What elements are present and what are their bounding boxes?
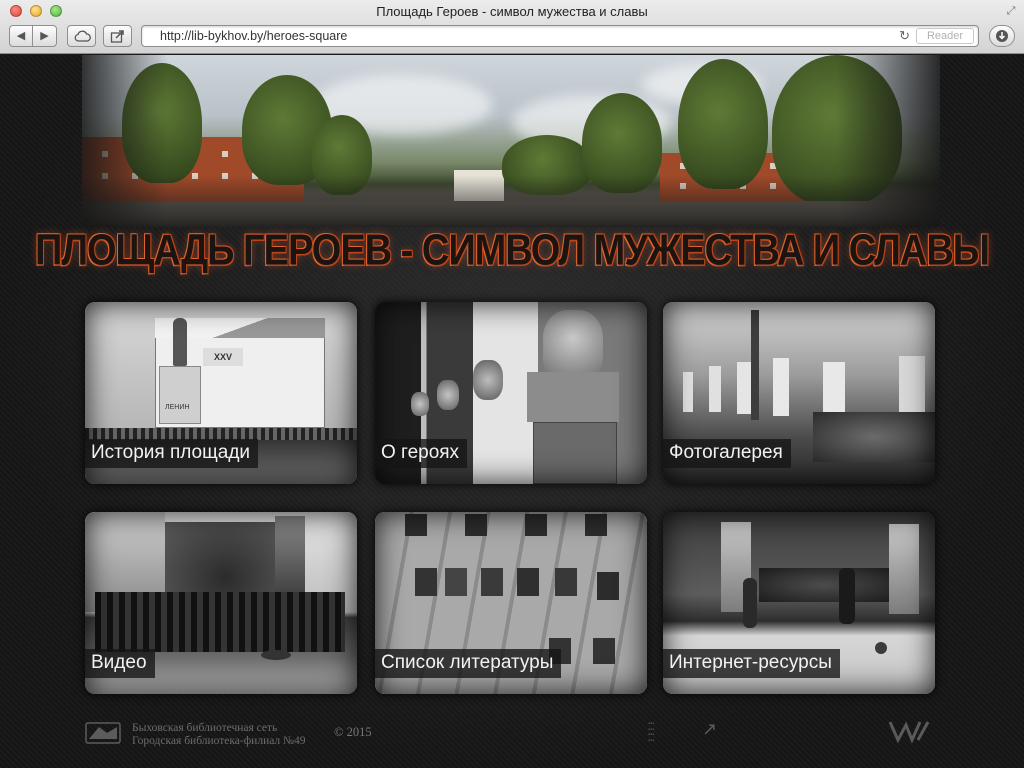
page-title: ПЛОЩАДЬ ГЕРОЕВ - СИМВОЛ МУЖЕСТВА И СЛАВЫ (35, 226, 990, 276)
reader-button[interactable]: Reader (916, 28, 974, 44)
footer-org-line2: Городская библиотека-филиал №49 (132, 735, 306, 747)
tile-label-internet-resources[interactable]: Интернет-ресурсы (663, 649, 840, 678)
tile-video[interactable]: Видео (85, 512, 357, 694)
address-text[interactable]: http://lib-bykhov.by/heroes-square (160, 29, 347, 43)
icloud-tabs-button[interactable] (67, 25, 96, 47)
fullscreen-icon[interactable]: ⤢ (1004, 4, 1018, 18)
browser-chrome: Площадь Героев - символ мужества и славы… (0, 0, 1024, 54)
hero-panorama-image (82, 55, 940, 227)
forward-button[interactable]: ▶ (33, 25, 57, 47)
tile-label-square-history[interactable]: История площади (85, 439, 259, 468)
toolbar: ◀ ▶ http://lib-bykhov.by/heroes-square ↻… (0, 24, 1024, 50)
chevron-left-icon: ◀ (16, 30, 26, 42)
title-bar: Площадь Героев - символ мужества и славы… (0, 0, 1024, 22)
reload-icon[interactable]: ↻ (899, 28, 910, 44)
library-logo-icon[interactable] (85, 721, 121, 745)
share-icon (110, 30, 124, 43)
arrow-up-right-icon[interactable]: ↗ (702, 719, 722, 739)
hero-edge-fade (82, 55, 940, 227)
web-page: ПЛОЩАДЬ ГЕРОЕВ - СИМВОЛ МУЖЕСТВА И СЛАВЫ… (0, 55, 1024, 768)
cloud-icon (74, 30, 91, 42)
counter-icon[interactable]: ▪▪▪ ▪▪▪ ▪▪▪ ▪▪▪ (648, 721, 662, 744)
window-title: Площадь Героев - символ мужества и славы (376, 4, 648, 19)
tile-internet-resources[interactable]: Интернет-ресурсы (663, 512, 935, 694)
footer-org-line1: Быховская библиотечная сеть (132, 722, 278, 734)
tile-label-about-heroes[interactable]: О героях (375, 439, 468, 468)
tile-square-history[interactable]: XXV ЛЕНИН История площади (85, 302, 357, 484)
tile-about-heroes[interactable]: О героях (375, 302, 647, 484)
footer-copyright: © 2015 (334, 725, 372, 739)
chevron-right-icon: ▶ (40, 30, 49, 42)
tile-label-video[interactable]: Видео (85, 649, 155, 678)
tile-label-photo-gallery[interactable]: Фотогалерея (663, 439, 791, 468)
downloads-button[interactable] (989, 25, 1015, 47)
address-bar[interactable]: http://lib-bykhov.by/heroes-square ↻ Rea… (141, 25, 979, 47)
developer-logo-icon[interactable] (888, 719, 932, 743)
tile-bibliography[interactable]: Список литературы (375, 512, 647, 694)
download-icon (996, 30, 1008, 42)
share-button[interactable] (103, 25, 132, 47)
tile-label-bibliography[interactable]: Список литературы (375, 649, 562, 678)
tile-photo-gallery[interactable]: Фотогалерея (663, 302, 935, 484)
back-button[interactable]: ◀ (9, 25, 33, 47)
